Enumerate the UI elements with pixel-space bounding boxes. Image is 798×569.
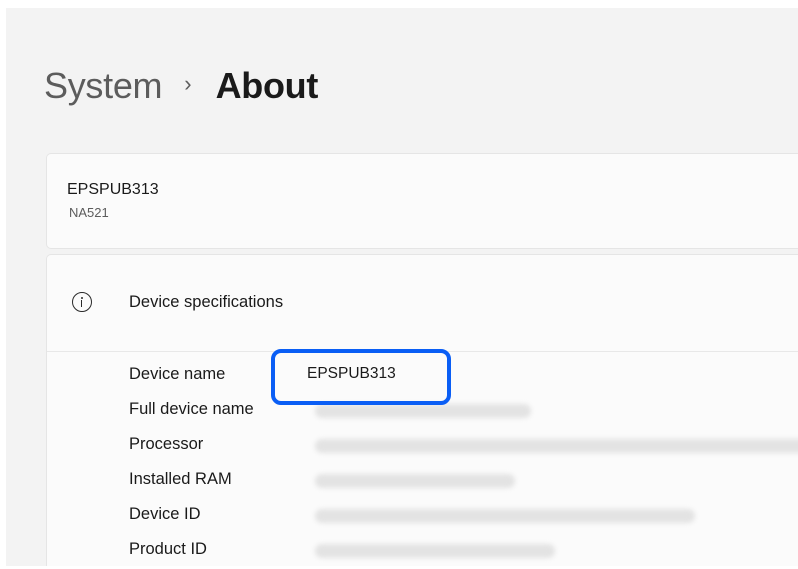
device-specifications-header[interactable]: Device specifications (47, 255, 798, 352)
spec-label: Processor (129, 435, 204, 453)
breadcrumb-chevron-icon: › (184, 71, 192, 96)
breadcrumb: System › About (44, 64, 318, 108)
spec-row-device-id: Device ID (129, 501, 798, 531)
device-name-card[interactable]: EPSPUB313 NA521 (46, 153, 798, 249)
device-name: EPSPUB313 (67, 181, 159, 198)
redacted-value (315, 404, 531, 418)
spec-row-device-name: Device name EPSPUB313 (129, 361, 798, 391)
spec-label: Full device name (129, 400, 254, 418)
redacted-value (315, 509, 695, 523)
spec-row-installed-ram: Installed RAM (129, 466, 798, 496)
settings-window: System › About EPSPUB313 NA521 Device sp… (6, 8, 798, 566)
breadcrumb-system-link[interactable]: System (44, 65, 163, 107)
device-specifications-section: Device specifications Device name EPSPUB… (46, 254, 798, 566)
info-icon (72, 292, 92, 312)
spec-row-product-id: Product ID (129, 536, 798, 566)
redacted-value (315, 439, 798, 453)
spec-label: Product ID (129, 540, 207, 558)
spec-row-processor: Processor (129, 431, 798, 461)
spec-label: Device ID (129, 505, 201, 523)
device-model: NA521 (69, 205, 109, 220)
redacted-value (315, 544, 555, 558)
device-specifications-title: Device specifications (129, 293, 284, 311)
page-title: About (215, 65, 319, 106)
spec-label: Device name (129, 365, 226, 383)
spec-row-full-device-name: Full device name (129, 396, 798, 426)
spec-value-device-name[interactable]: EPSPUB313 (307, 365, 396, 383)
spec-label: Installed RAM (129, 470, 232, 488)
redacted-value (315, 474, 515, 488)
